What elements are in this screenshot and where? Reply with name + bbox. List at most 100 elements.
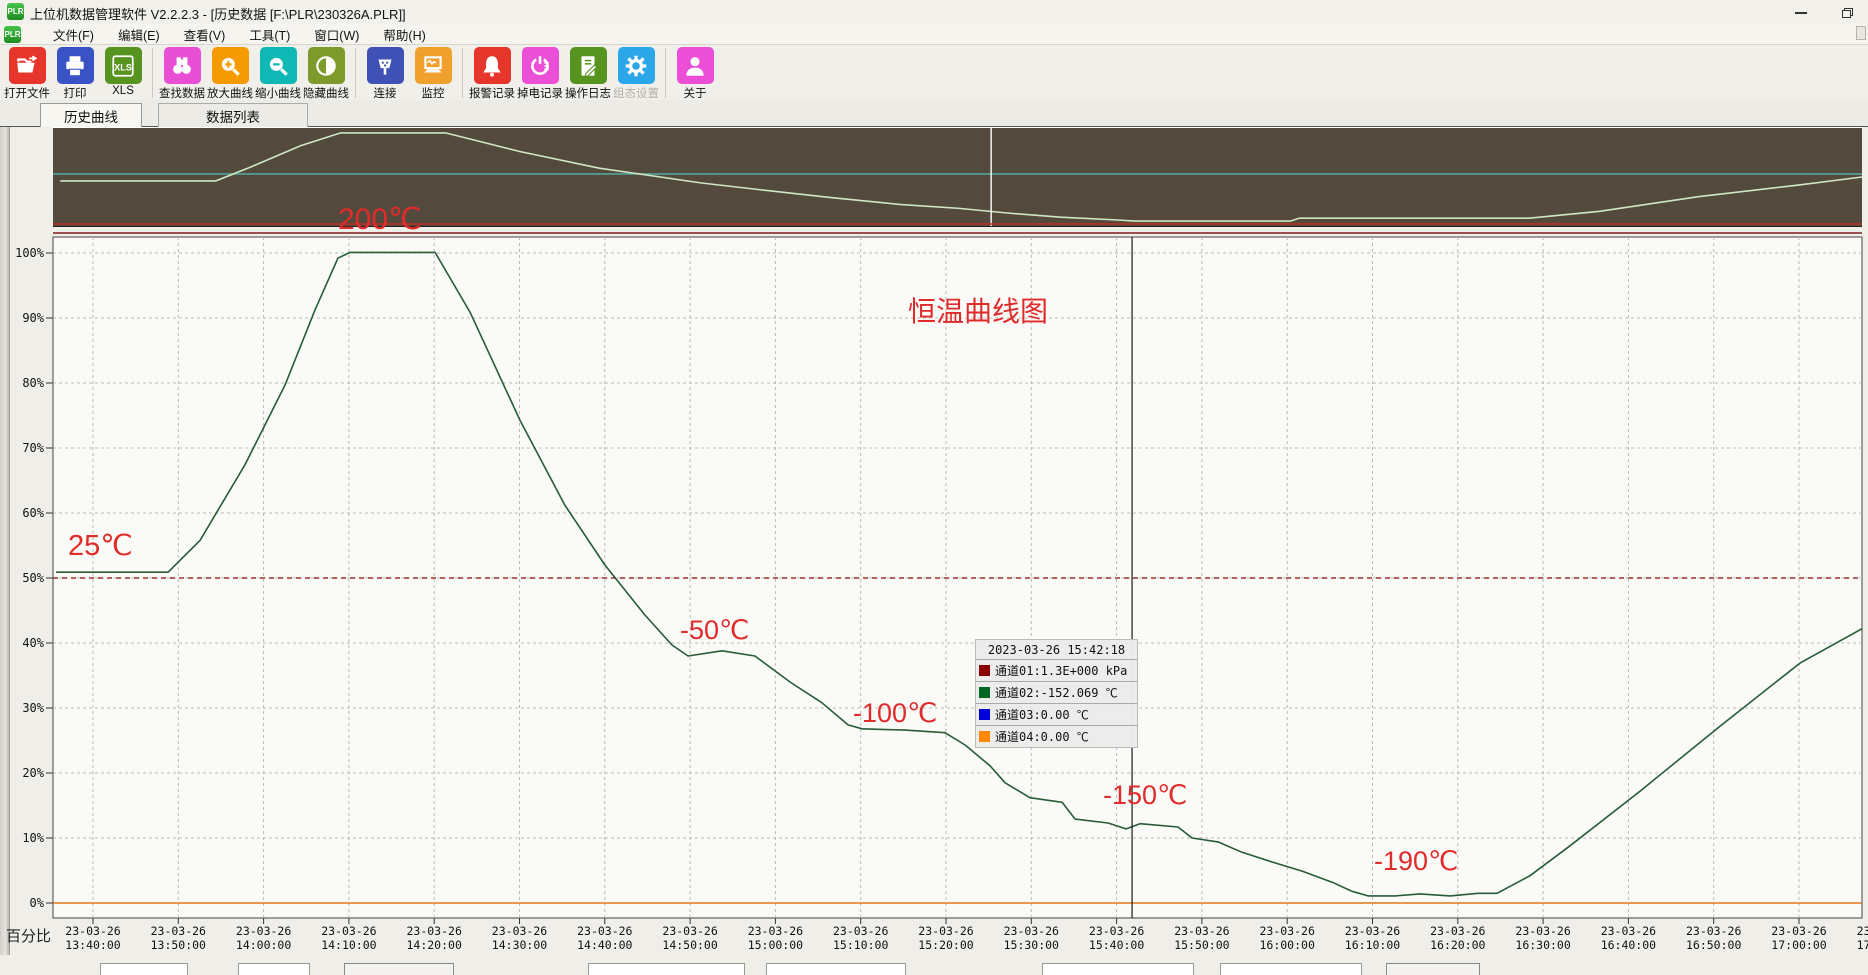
- temperature-annotation: 25℃: [68, 528, 133, 563]
- toolbar-button-5[interactable]: 缩小曲线: [254, 47, 302, 101]
- document-icon: PLR: [4, 26, 21, 43]
- contrast-icon: [308, 47, 345, 84]
- y-tick-label: 0%: [8, 896, 44, 910]
- toolbar-button-6[interactable]: 隐藏曲线: [302, 47, 350, 101]
- temperature-annotation: -190℃: [1374, 846, 1458, 877]
- x-tick-label: 23-03-2616:10:00: [1331, 924, 1415, 952]
- x-tick-label: 23-03-2613:40:00: [51, 924, 135, 952]
- menu-item-3[interactable]: 工具(T): [237, 24, 302, 44]
- menu-item-2[interactable]: 查看(V): [172, 24, 238, 44]
- toolbar-button-label: 组态设置: [613, 85, 659, 101]
- temperature-annotation: -150℃: [1103, 780, 1187, 811]
- bottom-control-1[interactable]: [238, 963, 310, 975]
- temperature-annotation: -100℃: [853, 698, 937, 729]
- restore-button[interactable]: [1832, 4, 1862, 21]
- alarm-bell-icon: [474, 47, 511, 84]
- monitor-icon: [415, 47, 452, 84]
- toolbar-separator: [665, 48, 666, 98]
- svg-text:XLS: XLS: [114, 62, 132, 72]
- bottom-control-6: [936, 963, 1000, 975]
- bottom-control-5[interactable]: [766, 963, 906, 975]
- x-tick-label: 23-03-2617:00:00: [1757, 924, 1841, 952]
- x-tick-label: 23-03-2616:30:00: [1501, 924, 1585, 952]
- child-window-control[interactable]: [1856, 26, 1866, 40]
- chart-title-annotation: 恒温曲线图: [908, 290, 1048, 330]
- x-tick-label: 23-03-2614:30:00: [478, 924, 562, 952]
- channel-color-swatch: [979, 687, 990, 698]
- power-log-icon: [522, 47, 559, 84]
- menu-item-4[interactable]: 窗口(W): [302, 24, 371, 44]
- toolbar-button-4[interactable]: 放大曲线: [206, 47, 254, 101]
- toolbar-button-7[interactable]: 连接: [361, 47, 409, 101]
- binoculars-icon: [164, 47, 201, 84]
- bottom-control-3: [487, 963, 551, 975]
- y-tick-label: 90%: [8, 311, 44, 325]
- gear-icon: [618, 47, 655, 84]
- tab-strip: 历史曲线 数据列表: [0, 100, 1868, 127]
- toolbar: 打开文件打印 XLSXLS 查找数据放大曲线缩小曲线隐藏曲线连接监控 报警记录掉电记录…: [0, 44, 1868, 100]
- toolbar-button-1[interactable]: 打印: [51, 47, 99, 101]
- menu-bar: PLR 文件(F)编辑(E)查看(V)工具(T)窗口(W)帮助(H): [0, 24, 1868, 44]
- toolbar-button-3[interactable]: 查找数据: [158, 47, 206, 101]
- tooltip-row-3: 通道04:0.00 ℃: [976, 725, 1137, 747]
- toolbar-button-12[interactable]: 组态设置: [612, 47, 660, 101]
- toolbar-button-9[interactable]: 报警记录: [468, 47, 516, 101]
- toolbar-button-label: 打印: [64, 85, 87, 101]
- overview-chart-background: [53, 128, 1862, 226]
- serial-connector-icon: [367, 47, 404, 84]
- bottom-control-8[interactable]: [1220, 963, 1362, 975]
- tooltip-row-text: 通道03:0.00 ℃: [995, 706, 1089, 723]
- y-tick-label: 50%: [8, 571, 44, 585]
- toolbar-button-11[interactable]: 操作日志: [564, 47, 612, 101]
- toolbar-separator: [462, 48, 463, 98]
- folder-open-icon: [9, 47, 46, 84]
- printer-icon: [57, 47, 94, 84]
- toolbar-button-8[interactable]: 监控: [409, 47, 457, 101]
- toolbar-button-2[interactable]: XLSXLS: [99, 47, 147, 97]
- toolbar-button-label: 报警记录: [469, 85, 515, 101]
- x-tick-label: 23-03-2615:00:00: [733, 924, 817, 952]
- toolbar-button-label: 监控: [422, 85, 445, 101]
- tooltip-timestamp: 2023-03-26 15:42:18: [976, 640, 1137, 659]
- toolbar-button-13[interactable]: 关于: [671, 47, 719, 101]
- bottom-control-7[interactable]: [1042, 963, 1194, 975]
- menu-item-5[interactable]: 帮助(H): [371, 24, 437, 44]
- y-tick-label: 70%: [8, 441, 44, 455]
- channel-color-swatch: [979, 731, 990, 742]
- toolbar-button-label: 掉电记录: [517, 85, 563, 101]
- x-tick-label: 23-03-2614:50:00: [648, 924, 732, 952]
- x-tick-label: 23-03-2614:10:00: [307, 924, 391, 952]
- x-tick-label: 23-03-2614:20:00: [392, 924, 476, 952]
- tooltip-row-text: 通道01:1.3E+000 kPa: [995, 662, 1127, 679]
- zoom-out-icon: [260, 47, 297, 84]
- tab-history-curve[interactable]: 历史曲线: [40, 103, 142, 127]
- menu-item-0[interactable]: 文件(F): [41, 24, 106, 44]
- x-tick-label: 23-03-2615:30:00: [989, 924, 1073, 952]
- bottom-control-4[interactable]: [588, 963, 745, 975]
- toolbar-button-label: 缩小曲线: [255, 85, 301, 101]
- channel-color-swatch: [979, 709, 990, 720]
- toolbar-button-10[interactable]: 掉电记录: [516, 47, 564, 101]
- bottom-control-2[interactable]: [344, 963, 454, 975]
- x-tick-label: 23-03-2614:40:00: [563, 924, 647, 952]
- bottom-control-0[interactable]: [100, 963, 188, 975]
- chart-graphics: [0, 0, 1868, 975]
- bottom-control-9[interactable]: [1386, 963, 1480, 975]
- toolbar-button-label: 查找数据: [159, 85, 205, 101]
- tab-data-list[interactable]: 数据列表: [158, 103, 308, 127]
- toolbar-separator: [152, 48, 153, 98]
- toolbar-button-label: 关于: [684, 85, 707, 101]
- x-tick-label: 23-03-2614:00:00: [222, 924, 306, 952]
- menu-item-1[interactable]: 编辑(E): [106, 24, 172, 44]
- app-logo-icon: PLR: [7, 3, 24, 20]
- y-tick-label: 30%: [8, 701, 44, 715]
- toolbar-button-label: 放大曲线: [207, 85, 253, 101]
- x-tick-label: 23-03-2616:40:00: [1586, 924, 1670, 952]
- x-tick-label: 23-03-2615:20:00: [904, 924, 988, 952]
- y-tick-label: 40%: [8, 636, 44, 650]
- toolbar-button-0[interactable]: 打开文件: [3, 47, 51, 101]
- tooltip-row-text: 通道02:-152.069 ℃: [995, 684, 1118, 701]
- x-tick-label: 23-03-2616:00:00: [1245, 924, 1329, 952]
- tooltip-row-0: 通道01:1.3E+000 kPa: [976, 659, 1137, 681]
- minimize-button[interactable]: [1786, 4, 1816, 21]
